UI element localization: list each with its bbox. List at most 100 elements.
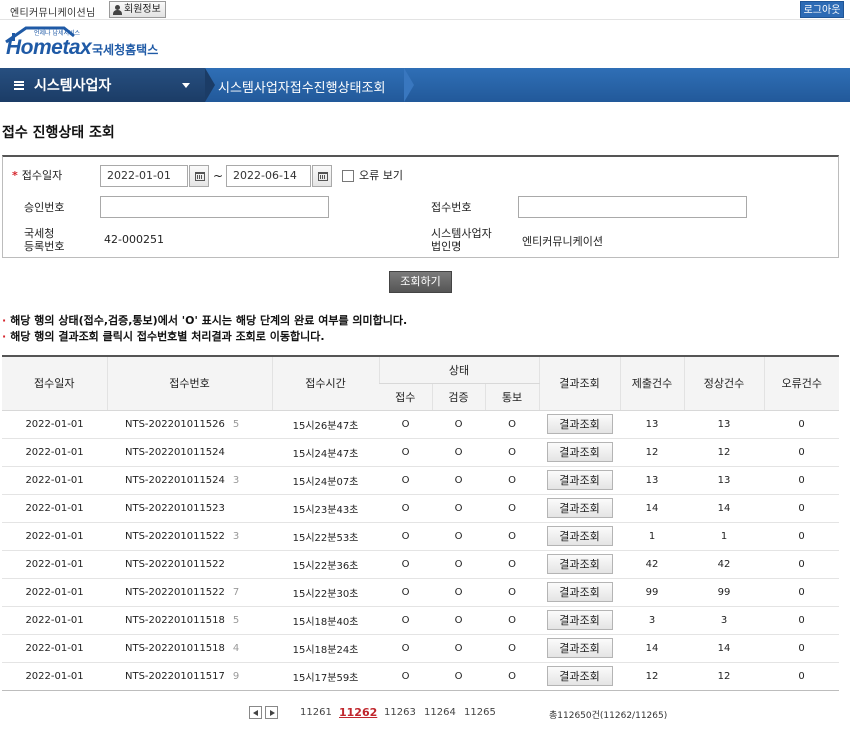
receipt-no-text: NTS-202201011518: [125, 642, 225, 654]
approval-label: 승인번호: [24, 201, 65, 214]
cell-receipt-no: NTS-202201011523: [107, 494, 272, 523]
cell-receipt-no: NTS-202201011517 9: [107, 662, 272, 691]
cell-time: 15시24분47초: [272, 438, 379, 467]
result-button[interactable]: 결과조회: [546, 526, 613, 546]
nav-bar: 시스템사업자 시스템사업자접수진행상태조회: [0, 68, 850, 102]
table-row: 2022-01-01 NTS-202201011518 4 15시18분24초 O O O 결…: [2, 634, 840, 663]
cell-normal-count: 14: [684, 494, 765, 523]
cell-status-receive: O: [379, 494, 432, 523]
cell-status-verify: O: [432, 578, 485, 607]
cell-result: 결과조회: [539, 578, 621, 607]
cell-submit-count: 14: [620, 634, 685, 663]
col-header-status-receive: 접수: [379, 383, 432, 411]
result-button[interactable]: 결과조회: [546, 498, 613, 518]
top-bar: 엔티커뮤니케이션님 회원정보 로그아웃: [0, 0, 850, 20]
next-page-button[interactable]: [265, 706, 278, 719]
cell-status-notify: O: [485, 606, 540, 635]
cell-error-count: 0: [764, 494, 840, 523]
result-button[interactable]: 결과조회: [546, 554, 613, 574]
result-button[interactable]: 결과조회: [546, 414, 613, 434]
calendar-to-button[interactable]: [312, 165, 332, 187]
date-from-input[interactable]: 2022-01-01: [100, 165, 188, 187]
person-icon: [113, 4, 122, 15]
page-link-current[interactable]: 11262: [339, 706, 377, 719]
page-link[interactable]: 11263: [384, 707, 416, 718]
receipt-no-suffix: 7: [232, 586, 240, 598]
cell-status-receive: O: [379, 466, 432, 495]
cell-status-receive: O: [379, 550, 432, 579]
table-row: 2022-01-01 NTS-202201011524 15시24분47초 O O O 결과…: [2, 438, 840, 467]
cell-status-receive: O: [379, 634, 432, 663]
logout-button[interactable]: 로그아웃: [800, 1, 844, 18]
cell-status-verify: O: [432, 550, 485, 579]
nav-menu-title: 시스템사업자: [34, 78, 112, 94]
page-link[interactable]: 11265: [464, 707, 496, 718]
approval-input[interactable]: [100, 196, 329, 218]
receipt-input[interactable]: [518, 196, 747, 218]
result-button[interactable]: 결과조회: [546, 638, 613, 658]
cell-status-verify: O: [432, 634, 485, 663]
cell-submit-count: 14: [620, 494, 685, 523]
cell-status-verify: O: [432, 606, 485, 635]
prev-page-button[interactable]: [249, 706, 262, 719]
notice-2: · 해당 행의 결과조회 클릭시 접수번호별 처리결과 조회로 이동합니다.: [2, 330, 325, 343]
cell-status-notify: O: [485, 494, 540, 523]
cell-status-notify: O: [485, 466, 540, 495]
receipt-no-suffix: 9: [232, 670, 240, 682]
arrow-right-icon: [270, 710, 275, 716]
table-row: 2022-01-01 NTS-202201011523 15시23분43초 O O O 결과…: [2, 494, 840, 523]
cell-result: 결과조회: [539, 522, 621, 551]
table-row: 2022-01-01 NTS-202201011524 3 15시24분07초 O O O 결…: [2, 466, 840, 495]
col-header-submit: 제출건수: [619, 355, 685, 411]
receipt-no-text: NTS-202201011522: [125, 558, 225, 570]
cell-receipt-no: NTS-202201011518 5: [107, 606, 272, 635]
cell-receipt-no: NTS-202201011518 4: [107, 634, 272, 663]
cell-submit-count: 1: [620, 522, 685, 551]
cell-time: 15시22분36초: [272, 550, 379, 579]
logo-korean: 국세청홈택스: [92, 43, 159, 57]
receipt-no-text: NTS-202201011518: [125, 614, 225, 626]
cell-submit-count: 3: [620, 606, 685, 635]
date-to-input[interactable]: 2022-06-14: [226, 165, 311, 187]
nts-reg-label: 국세청 등록번호: [24, 227, 65, 253]
cell-result: 결과조회: [539, 410, 621, 439]
cell-time: 15시22분30초: [272, 578, 379, 607]
table-row: 2022-01-01 NTS-202201011517 9 15시17분59초 O O O 결…: [2, 662, 840, 691]
page-link[interactable]: 11261: [300, 707, 332, 718]
cell-time: 15시23분43초: [272, 494, 379, 523]
result-button[interactable]: 결과조회: [546, 582, 613, 602]
cell-normal-count: 14: [684, 634, 765, 663]
page-link[interactable]: 11264: [424, 707, 456, 718]
cell-error-count: 0: [764, 662, 840, 691]
member-info-button[interactable]: 회원정보: [109, 1, 166, 18]
result-button[interactable]: 결과조회: [546, 470, 613, 490]
breadcrumb[interactable]: 시스템사업자접수진행상태조회: [218, 77, 385, 96]
cell-normal-count: 1: [684, 522, 765, 551]
error-view-checkbox[interactable]: [342, 170, 354, 182]
result-button[interactable]: 결과조회: [546, 666, 613, 686]
cell-time: 15시26분47초: [272, 410, 379, 439]
cell-submit-count: 13: [620, 466, 685, 495]
receipt-no-text: NTS-202201011522: [125, 530, 225, 542]
hamburger-icon: [14, 80, 24, 90]
cell-date: 2022-01-01: [2, 410, 107, 439]
col-header-no: 접수번호: [106, 355, 272, 411]
nav-menu-button[interactable]: 시스템사업자: [0, 68, 205, 102]
hometax-logo[interactable]: 언제나 납세서비스 Hometax 국세청홈택스: [4, 24, 174, 64]
receipt-label: 접수번호: [431, 201, 472, 214]
receipt-no-text: NTS-202201011526: [125, 418, 225, 430]
cell-time: 15시18분24초: [272, 634, 379, 663]
result-button[interactable]: 결과조회: [546, 442, 613, 462]
cell-time: 15시22분53초: [272, 522, 379, 551]
search-button[interactable]: 조회하기: [389, 271, 452, 293]
result-button[interactable]: 결과조회: [546, 610, 613, 630]
chevron-down-icon[interactable]: [182, 83, 190, 88]
cell-date: 2022-01-01: [2, 634, 107, 663]
cell-status-receive: O: [379, 438, 432, 467]
col-header-error: 오류건수: [763, 355, 840, 411]
cell-status-notify: O: [485, 550, 540, 579]
error-view-label: 오류 보기: [359, 169, 403, 182]
cell-normal-count: 99: [684, 578, 765, 607]
calendar-from-button[interactable]: [189, 165, 209, 187]
nts-reg-value: 42-000251: [104, 233, 164, 246]
